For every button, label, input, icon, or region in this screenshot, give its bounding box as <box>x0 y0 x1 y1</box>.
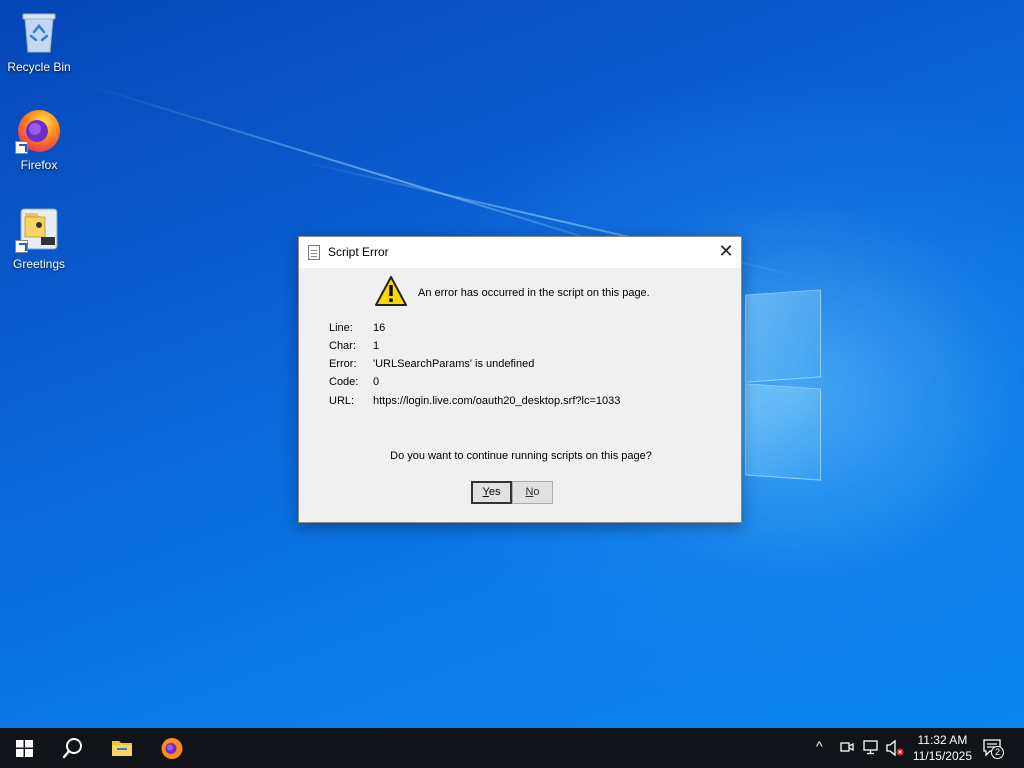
desktop-background: Recycle Bin Firefox Greetings Script Err… <box>0 0 1024 728</box>
desktop-icon-label: Greetings <box>12 257 66 271</box>
notification-count-badge: 2 <box>991 746 1004 759</box>
network-icon[interactable] <box>862 739 880 757</box>
taskbar-firefox[interactable] <box>148 728 196 768</box>
windows-logo-pane <box>745 383 821 481</box>
char-label: Char: <box>329 340 356 352</box>
continue-question: Do you want to continue running scripts … <box>390 450 652 462</box>
line-label: Line: <box>329 322 353 334</box>
no-label: o <box>533 486 540 498</box>
shortcut-arrow-icon <box>15 240 28 253</box>
start-button[interactable] <box>0 728 48 768</box>
code-label: Code: <box>329 376 359 388</box>
taskbar: ^ 11:32 AM 11/15/2025 2 <box>0 728 1024 768</box>
document-icon <box>308 245 320 260</box>
char-value: 1 <box>373 340 380 352</box>
shortcut-arrow-icon <box>15 141 28 154</box>
search-button[interactable] <box>48 728 96 768</box>
clock[interactable]: 11:32 AM 11/15/2025 <box>913 732 972 764</box>
url-value: https://login.live.com/oauth20_desktop.s… <box>373 395 621 407</box>
desktop-icon-greetings[interactable]: Greetings <box>1 205 77 271</box>
desktop-icon-recycle-bin[interactable]: Recycle Bin <box>1 8 77 74</box>
desktop-icon-firefox[interactable]: Firefox <box>1 106 77 172</box>
taskbar-file-explorer[interactable] <box>98 728 146 768</box>
windows-start-icon <box>16 740 33 757</box>
url-label: URL: <box>329 395 355 407</box>
notification-center-button[interactable]: 2 <box>983 738 1004 759</box>
clock-date: 11/15/2025 <box>912 749 972 763</box>
meet-now-icon[interactable] <box>840 739 854 757</box>
volume-muted-icon[interactable] <box>886 739 906 757</box>
show-hidden-icons-chevron-icon[interactable]: ^ <box>816 738 823 756</box>
yes-button[interactable]: Yes <box>471 481 512 504</box>
search-icon <box>62 738 82 759</box>
no-button[interactable]: No <box>512 481 553 504</box>
error-value: 'URLSearchParams' is undefined <box>373 358 535 370</box>
yes-label: es <box>488 486 501 498</box>
line-value: 16 <box>373 322 386 334</box>
close-button[interactable]: ✕ <box>711 237 741 268</box>
windows-logo-pane <box>745 289 821 383</box>
error-label: Error: <box>329 358 357 370</box>
dialog-titlebar[interactable]: Script Error ✕ <box>299 237 741 268</box>
error-headline: An error has occurred in the script on t… <box>418 287 650 299</box>
code-value: 0 <box>373 376 380 388</box>
desktop-icon-label: Firefox <box>20 158 58 172</box>
dialog-title: Script Error <box>328 245 389 259</box>
file-explorer-icon <box>112 741 132 756</box>
recycle-bin-icon <box>15 8 63 56</box>
script-error-dialog: Script Error ✕ An error has occurred in … <box>298 236 742 523</box>
firefox-icon <box>161 738 183 759</box>
desktop-icon-label: Recycle Bin <box>7 60 71 74</box>
firefox-icon <box>15 106 63 154</box>
folder-app-icon <box>15 205 63 253</box>
clock-time: 11:32 AM <box>917 733 968 747</box>
warning-icon <box>374 275 408 312</box>
